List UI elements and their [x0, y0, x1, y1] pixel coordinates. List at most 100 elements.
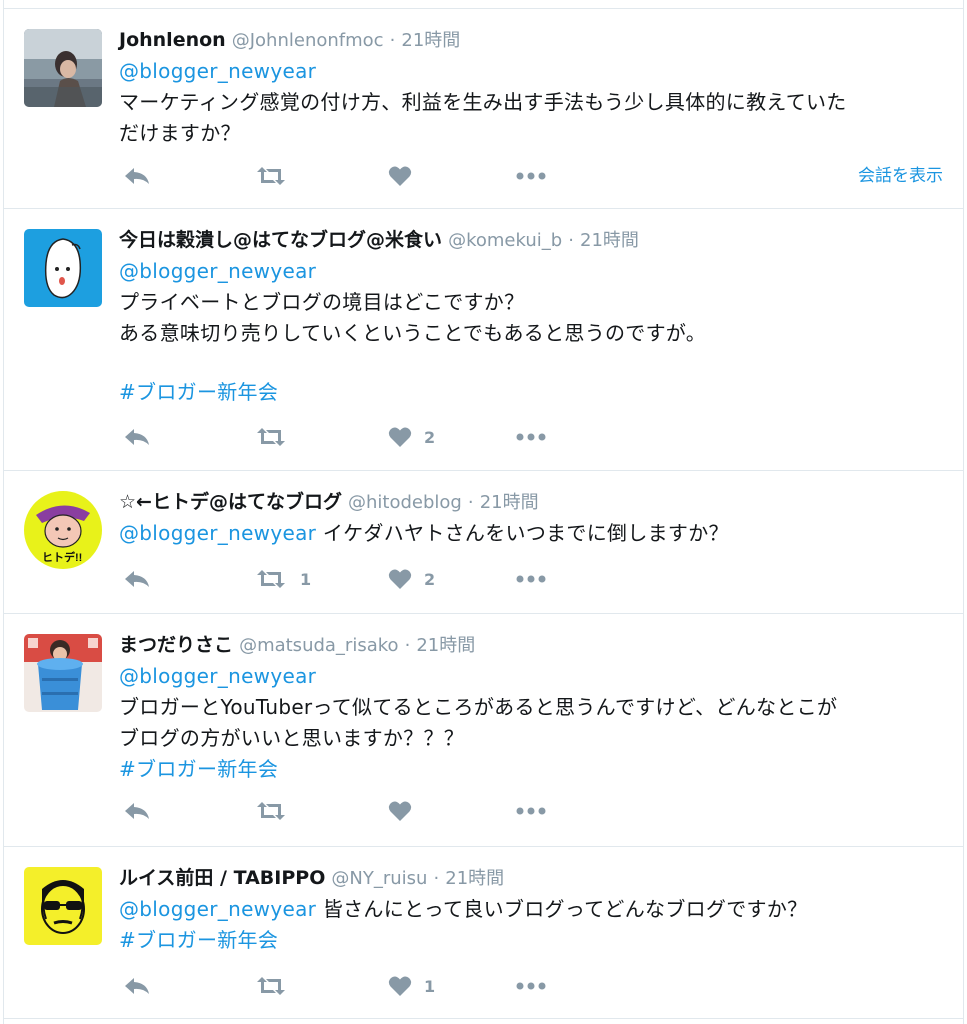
- reply-button[interactable]: [123, 161, 151, 191]
- retweet-button[interactable]: 1: [254, 564, 311, 594]
- heart-icon: [388, 569, 412, 589]
- separator: ·: [389, 30, 396, 51]
- tweet-text: @blogger_newyear プライベートとブログの境目はどこですか？ ある…: [119, 256, 943, 408]
- retweet-count: 1: [300, 569, 312, 589]
- timestamp[interactable]: 21時間: [401, 30, 460, 51]
- more-icon: [516, 807, 546, 815]
- user-handle[interactable]: @hitodeblog: [348, 492, 462, 513]
- like-button[interactable]: 2: [388, 564, 435, 594]
- divider: [4, 1018, 963, 1019]
- display-name[interactable]: まつだりさこ: [119, 634, 233, 656]
- user-handle[interactable]: @Johnlenonfmoc: [232, 30, 384, 51]
- display-name[interactable]: ルイス前田 / TABIPPO: [119, 867, 325, 889]
- timeline: Johnlenon @Johnlenonfmoc · 21時間 @blogger…: [3, 0, 964, 1024]
- timestamp[interactable]: 21時間: [445, 868, 504, 889]
- tweet-text: @blogger_newyear イケダハヤトさんをいつまでに倒しますか？: [119, 518, 943, 549]
- tweet-text-line: イケダハヤトさんをいつまでに倒しますか？: [316, 521, 729, 545]
- mention-link[interactable]: @blogger_newyear: [119, 664, 316, 688]
- more-button[interactable]: [515, 971, 547, 1001]
- tweet-text-line: だけますか？: [119, 121, 241, 145]
- reply-button[interactable]: [123, 796, 151, 826]
- avatar[interactable]: [24, 29, 102, 107]
- tweet-actions: 1 2: [119, 564, 943, 594]
- retweet-button[interactable]: [254, 796, 300, 826]
- retweet-icon: [257, 802, 285, 820]
- like-count: 2: [424, 569, 436, 589]
- reply-icon: [125, 429, 149, 445]
- tweet-actions: 会話を表示: [119, 161, 943, 191]
- reply-button[interactable]: [123, 971, 151, 1001]
- display-name[interactable]: Johnlenon: [119, 29, 226, 51]
- retweet-icon: [257, 570, 285, 588]
- more-button[interactable]: [515, 161, 547, 191]
- show-conversation-link[interactable]: 会話を表示: [858, 161, 943, 191]
- reply-icon: [125, 803, 149, 819]
- separator: ·: [433, 868, 440, 889]
- separator: ·: [568, 230, 574, 251]
- tweet-text-line: ブログの方がいいと思いますか？？？: [119, 726, 465, 750]
- more-icon: [516, 982, 546, 990]
- avatar[interactable]: [24, 634, 102, 712]
- display-name[interactable]: 今日は穀潰し@はてなブログ@米食い: [119, 229, 442, 251]
- tweet[interactable]: Johnlenon @Johnlenonfmoc · 21時間 @blogger…: [4, 8, 963, 208]
- tweet-actions: 2: [119, 422, 943, 452]
- tweet[interactable]: まつだりさこ @matsuda_risako · 21時間 @blogger_n…: [4, 613, 963, 846]
- user-handle[interactable]: @NY_ruisu: [331, 868, 427, 889]
- tweet-text-line: ある意味切り売りしていくということでもあると思うのですが。: [119, 321, 707, 345]
- heart-icon: [388, 801, 412, 821]
- timestamp[interactable]: 21時間: [480, 492, 539, 513]
- retweet-button[interactable]: [254, 161, 300, 191]
- more-button[interactable]: [515, 796, 547, 826]
- tweet-text-line: ブロガーとYouTuberって似てるところがあると思うんですけど、どんなとこが: [119, 695, 838, 719]
- display-name[interactable]: ☆←ヒトデ@はてなブログ: [119, 491, 342, 513]
- retweet-icon: [257, 977, 285, 995]
- avatar[interactable]: [24, 867, 102, 945]
- like-count: 2: [424, 427, 436, 447]
- tweet-text: @blogger_newyear マーケティング感覚の付け方、利益を生み出す手法…: [119, 56, 943, 149]
- tweet-text-line: プライベートとブログの境目はどこですか？: [119, 290, 525, 314]
- tweet[interactable]: ルイス前田 / TABIPPO @NY_ruisu · 21時間 @blogge…: [4, 846, 963, 1018]
- heart-icon: [388, 166, 412, 186]
- mention-link[interactable]: @blogger_newyear: [119, 59, 316, 83]
- reply-button[interactable]: [123, 422, 151, 452]
- like-button[interactable]: [388, 796, 424, 826]
- reply-icon: [125, 168, 149, 184]
- tweet-actions: [119, 796, 943, 826]
- tweet[interactable]: ヒトデ!! ☆←ヒトデ@はてなブログ @hitodeblog · 21時間 @b…: [4, 470, 963, 613]
- timestamp[interactable]: 21時間: [416, 635, 475, 656]
- svg-text:ヒトデ!!: ヒトデ!!: [42, 550, 82, 564]
- heart-icon: [388, 427, 412, 447]
- like-count: 1: [424, 976, 436, 996]
- user-handle[interactable]: @matsuda_risako: [239, 635, 398, 656]
- more-button[interactable]: [515, 422, 547, 452]
- like-button[interactable]: [388, 161, 424, 191]
- timestamp[interactable]: 21時間: [580, 230, 639, 251]
- mention-link[interactable]: @blogger_newyear: [119, 521, 316, 545]
- hashtag-link[interactable]: #ブロガー新年会: [119, 928, 278, 952]
- retweet-button[interactable]: [254, 422, 300, 452]
- separator: ·: [467, 492, 474, 513]
- reply-icon: [125, 571, 149, 587]
- mention-link[interactable]: @blogger_newyear: [119, 259, 316, 283]
- more-button[interactable]: [515, 564, 547, 594]
- hashtag-link[interactable]: #ブロガー新年会: [119, 757, 278, 781]
- user-handle[interactable]: @komekui_b: [448, 230, 562, 251]
- tweet-text-line: マーケティング感覚の付け方、利益を生み出す手法もう少し具体的に教えていた: [119, 90, 847, 114]
- retweet-icon: [257, 167, 285, 185]
- separator: ·: [404, 635, 411, 656]
- mention-link[interactable]: @blogger_newyear: [119, 897, 316, 921]
- tweet-text-line: 皆さんにとって良いブログってどんなブログですか？: [316, 897, 808, 921]
- reply-icon: [125, 978, 149, 994]
- reply-button[interactable]: [123, 564, 151, 594]
- tweet-actions: 1: [119, 971, 943, 1001]
- tweet[interactable]: 今日は穀潰し@はてなブログ@米食い @komekui_b · 21時間 @blo…: [4, 208, 963, 470]
- avatar[interactable]: ヒトデ!!: [24, 491, 102, 569]
- tweet-text: @blogger_newyear 皆さんにとって良いブログってどんなブログですか…: [119, 894, 943, 956]
- hashtag-link[interactable]: #ブロガー新年会: [119, 380, 278, 404]
- more-icon: [516, 172, 546, 180]
- like-button[interactable]: 1: [388, 971, 435, 1001]
- more-icon: [516, 433, 546, 441]
- avatar[interactable]: [24, 229, 102, 307]
- like-button[interactable]: 2: [388, 422, 435, 452]
- retweet-button[interactable]: [254, 971, 300, 1001]
